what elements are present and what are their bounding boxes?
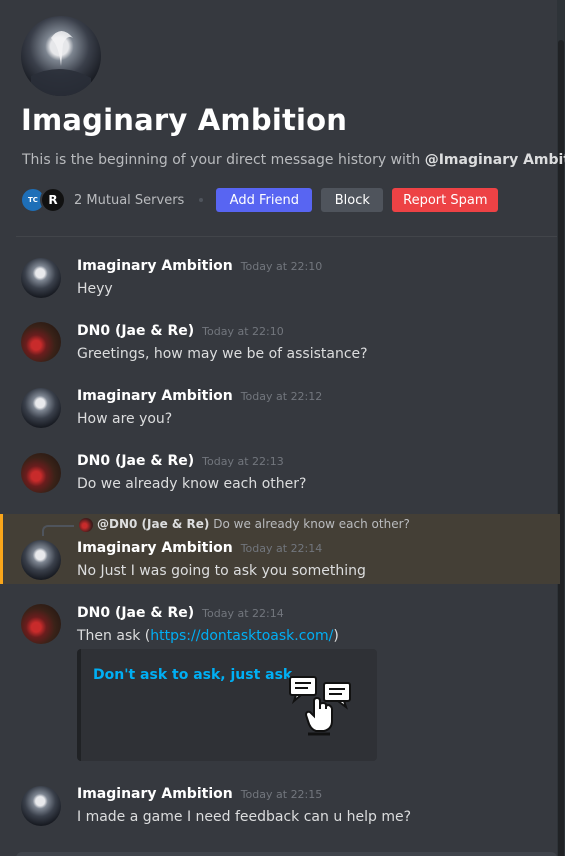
mutual-servers-link[interactable]: 2 Mutual Servers bbox=[74, 193, 184, 208]
author-name[interactable]: DN0 (Jae & Re) bbox=[77, 323, 194, 339]
avatar[interactable] bbox=[21, 453, 61, 493]
message-timestamp: Today at 22:10 bbox=[202, 325, 284, 338]
message-content: Do we already know each other? bbox=[77, 476, 307, 492]
reply-author[interactable]: @DN0 (Jae & Re) bbox=[97, 517, 209, 531]
dm-intro-prefix: This is the beginning of your direct mes… bbox=[22, 152, 425, 168]
author-name[interactable]: DN0 (Jae & Re) bbox=[77, 453, 194, 469]
server-icon-2[interactable]: R bbox=[40, 187, 66, 213]
message-author[interactable]: DN0 (Jae & Re) Today at 22:14 bbox=[77, 605, 284, 621]
message-content: Then ask (https://dontasktoask.com/) bbox=[77, 628, 339, 644]
author-name[interactable]: Imaginary Ambition bbox=[77, 388, 233, 404]
dm-intro-handle: @Imaginary Ambition bbox=[424, 152, 565, 168]
embed-thumbnail-icon[interactable] bbox=[286, 671, 354, 739]
message-timestamp: Today at 22:10 bbox=[240, 260, 323, 273]
reply-preview[interactable]: @DN0 (Jae & Re) Do we already know each … bbox=[97, 517, 410, 531]
message-content: Greetings, how may we be of assistance? bbox=[77, 346, 368, 362]
author-name[interactable]: Imaginary Ambition bbox=[77, 786, 233, 802]
reply-text[interactable]: Do we already know each other? bbox=[213, 517, 410, 531]
message-author[interactable]: DN0 (Jae & Re) Today at 22:13 bbox=[77, 453, 284, 469]
message-content: Heyy bbox=[77, 281, 113, 297]
page-title: Imaginary Ambition bbox=[21, 103, 348, 137]
message-timestamp: Today at 22:13 bbox=[202, 455, 284, 468]
message-content: No Just I was going to ask you something bbox=[77, 563, 366, 579]
message-text-suffix: ) bbox=[333, 628, 339, 644]
message-timestamp: Today at 22:14 bbox=[202, 607, 284, 620]
message-author[interactable]: Imaginary Ambition Today at 22:15 bbox=[77, 786, 322, 802]
message-timestamp: Today at 22:15 bbox=[240, 788, 323, 801]
author-name[interactable]: Imaginary Ambition bbox=[77, 540, 233, 556]
message-author[interactable]: Imaginary Ambition Today at 22:12 bbox=[77, 388, 322, 404]
message-link[interactable]: https://dontasktoask.com/ bbox=[150, 628, 333, 644]
message-content: I made a game I need feedback can u help… bbox=[77, 809, 412, 825]
block-button[interactable]: Block bbox=[321, 188, 384, 212]
reply-spine bbox=[42, 525, 74, 536]
report-spam-button[interactable]: Report Spam bbox=[392, 188, 499, 212]
author-name[interactable]: Imaginary Ambition bbox=[77, 258, 233, 274]
dm-channel: Imaginary Ambition This is the beginning… bbox=[0, 0, 565, 856]
mutual-servers-row: TC R 2 Mutual Servers Add Friend Block R… bbox=[20, 187, 507, 213]
avatar[interactable] bbox=[21, 540, 61, 580]
avatar[interactable] bbox=[21, 322, 61, 362]
message-author[interactable]: Imaginary Ambition Today at 22:14 bbox=[77, 540, 322, 556]
profile-avatar[interactable] bbox=[21, 16, 101, 96]
avatar[interactable] bbox=[21, 258, 61, 298]
embed-title-link[interactable]: Don't ask to ask, just ask bbox=[93, 667, 292, 683]
separator-dot bbox=[199, 198, 204, 202]
message-author[interactable]: DN0 (Jae & Re) Today at 22:10 bbox=[77, 323, 284, 339]
message-timestamp: Today at 22:14 bbox=[240, 542, 323, 555]
add-friend-button[interactable]: Add Friend bbox=[216, 188, 313, 212]
header-divider bbox=[16, 236, 557, 237]
link-embed: Don't ask to ask, just ask bbox=[77, 649, 377, 761]
message-author[interactable]: Imaginary Ambition Today at 22:10 bbox=[77, 258, 322, 274]
avatar[interactable] bbox=[21, 388, 61, 428]
message-composer[interactable] bbox=[16, 852, 557, 856]
message-content: How are you? bbox=[77, 411, 173, 427]
author-name[interactable]: DN0 (Jae & Re) bbox=[77, 605, 194, 621]
message-timestamp: Today at 22:12 bbox=[240, 390, 323, 403]
reply-avatar[interactable] bbox=[79, 518, 93, 532]
avatar[interactable] bbox=[21, 604, 61, 644]
message-text-prefix: Then ask ( bbox=[77, 628, 151, 644]
avatar[interactable] bbox=[21, 786, 61, 826]
dm-intro-text: This is the beginning of your direct mes… bbox=[22, 152, 565, 168]
